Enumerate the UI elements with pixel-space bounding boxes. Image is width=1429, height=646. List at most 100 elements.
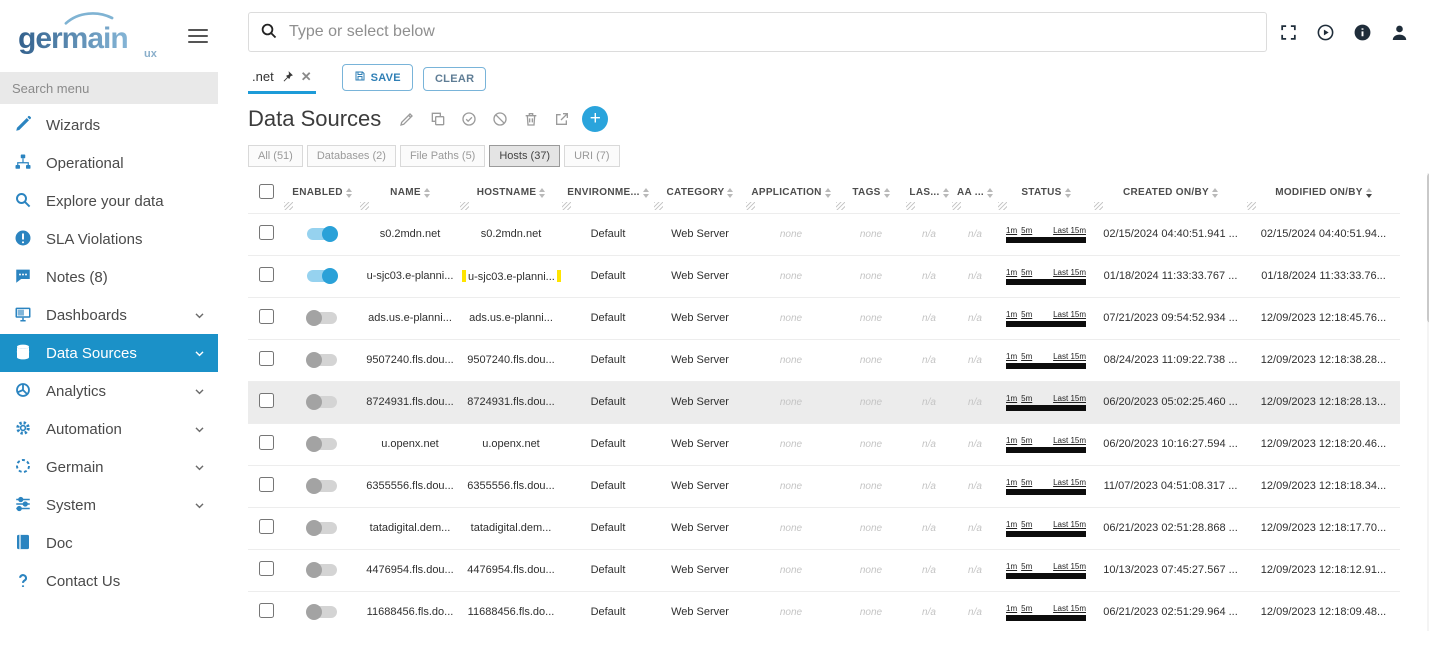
- column-header-tags[interactable]: TAGS: [836, 173, 906, 213]
- tab-hosts-37[interactable]: Hosts (37): [489, 145, 560, 167]
- enabled-toggle[interactable]: [307, 396, 337, 408]
- status-range-1m[interactable]: 1m: [1006, 436, 1017, 445]
- status-range-1m[interactable]: 1m: [1006, 478, 1017, 487]
- table-row[interactable]: u-sjc03.e-planni...u-sjc03.e-planni...De…: [248, 255, 1400, 297]
- status-range-1m[interactable]: 1m: [1006, 352, 1017, 361]
- column-header-enabled[interactable]: ENABLED: [284, 173, 360, 213]
- enabled-toggle[interactable]: [307, 522, 337, 534]
- column-header-modified-on-by[interactable]: MODIFIED ON/BY: [1247, 173, 1400, 213]
- enabled-toggle[interactable]: [307, 270, 337, 282]
- status-range-last15m[interactable]: Last 15m: [1053, 310, 1086, 319]
- user-icon[interactable]: [1390, 23, 1409, 42]
- table-row[interactable]: 6355556.fls.dou...6355556.fls.dou...Defa…: [248, 465, 1400, 507]
- column-header-environme[interactable]: ENVIRONME...: [562, 173, 654, 213]
- sidebar-item-dashboards[interactable]: Dashboards: [0, 296, 218, 334]
- enabled-toggle[interactable]: [307, 480, 337, 492]
- sidebar-item-contact-us[interactable]: Contact Us: [0, 562, 218, 600]
- status-range-last15m[interactable]: Last 15m: [1053, 478, 1086, 487]
- enabled-toggle[interactable]: [307, 354, 337, 366]
- column-resize-handle[interactable]: [360, 202, 369, 210]
- status-range-1m[interactable]: 1m: [1006, 562, 1017, 571]
- status-range-1m[interactable]: 1m: [1006, 520, 1017, 529]
- table-row[interactable]: 11688456.fls.do...11688456.fls.do...Defa…: [248, 591, 1400, 633]
- table-row[interactable]: 4476954.fls.dou...4476954.fls.dou...Defa…: [248, 549, 1400, 591]
- status-range-5m[interactable]: 5m: [1021, 310, 1032, 319]
- copy-icon[interactable]: [430, 111, 446, 127]
- column-resize-handle[interactable]: [906, 202, 915, 210]
- tab-databases-2[interactable]: Databases (2): [307, 145, 396, 167]
- row-checkbox[interactable]: [259, 519, 274, 534]
- status-range-last15m[interactable]: Last 15m: [1053, 226, 1086, 235]
- column-resize-handle[interactable]: [998, 202, 1007, 210]
- column-header-las[interactable]: LAS...: [906, 173, 952, 213]
- sidebar-item-notes-8[interactable]: Notes (8): [0, 258, 218, 296]
- row-checkbox[interactable]: [259, 603, 274, 618]
- row-checkbox[interactable]: [259, 267, 274, 282]
- column-resize-handle[interactable]: [952, 202, 961, 210]
- row-checkbox[interactable]: [259, 393, 274, 408]
- sidebar-search-input[interactable]: [0, 72, 218, 104]
- sidebar-item-germain[interactable]: Germain: [0, 448, 218, 486]
- column-resize-handle[interactable]: [562, 202, 571, 210]
- sidebar-item-operational[interactable]: Operational: [0, 144, 218, 182]
- status-range-5m[interactable]: 5m: [1021, 352, 1032, 361]
- status-range-5m[interactable]: 5m: [1021, 436, 1032, 445]
- enabled-toggle[interactable]: [307, 606, 337, 618]
- status-range-5m[interactable]: 5m: [1021, 520, 1032, 529]
- status-range-1m[interactable]: 1m: [1006, 268, 1017, 277]
- status-range-last15m[interactable]: Last 15m: [1053, 562, 1086, 571]
- row-checkbox[interactable]: [259, 225, 274, 240]
- enabled-toggle[interactable]: [307, 564, 337, 576]
- column-resize-handle[interactable]: [746, 202, 755, 210]
- table-row[interactable]: 9507240.fls.dou...9507240.fls.dou...Defa…: [248, 339, 1400, 381]
- edit-icon[interactable]: [399, 111, 415, 127]
- fullscreen-icon[interactable]: [1279, 23, 1298, 42]
- hamburger-menu-icon[interactable]: [188, 21, 208, 51]
- check-circle-icon[interactable]: [461, 111, 477, 127]
- play-circle-icon[interactable]: [1316, 23, 1335, 42]
- column-header-name[interactable]: NAME: [360, 173, 460, 213]
- sidebar-item-wizards[interactable]: Wizards: [0, 106, 218, 144]
- close-icon[interactable]: ✕: [301, 70, 312, 83]
- clear-button[interactable]: CLEAR: [423, 67, 486, 91]
- status-range-5m[interactable]: 5m: [1021, 562, 1032, 571]
- row-checkbox[interactable]: [259, 351, 274, 366]
- column-resize-handle[interactable]: [1094, 202, 1103, 210]
- tab-all-51[interactable]: All (51): [248, 145, 303, 167]
- tab-uri-7[interactable]: URI (7): [564, 145, 619, 167]
- table-row[interactable]: 8724931.fls.dou...8724931.fls.dou...Defa…: [248, 381, 1400, 423]
- pin-icon[interactable]: [281, 70, 294, 83]
- column-resize-handle[interactable]: [654, 202, 663, 210]
- enabled-toggle[interactable]: [307, 312, 337, 324]
- status-range-5m[interactable]: 5m: [1021, 478, 1032, 487]
- status-range-1m[interactable]: 1m: [1006, 226, 1017, 235]
- status-range-5m[interactable]: 5m: [1021, 604, 1032, 613]
- column-header-application[interactable]: APPLICATION: [746, 173, 836, 213]
- status-range-last15m[interactable]: Last 15m: [1053, 268, 1086, 277]
- column-header-aa[interactable]: AA ...: [952, 173, 998, 213]
- add-data-source-button[interactable]: +: [582, 106, 608, 132]
- status-range-5m[interactable]: 5m: [1021, 268, 1032, 277]
- save-button[interactable]: SAVE: [342, 64, 413, 91]
- row-checkbox[interactable]: [259, 477, 274, 492]
- filter-chip[interactable]: .net ✕: [248, 67, 316, 94]
- column-header-created-on-by[interactable]: CREATED ON/BY: [1094, 173, 1247, 213]
- info-circle-icon[interactable]: [1353, 23, 1372, 42]
- row-checkbox[interactable]: [259, 561, 274, 576]
- column-header-status[interactable]: STATUS: [998, 173, 1094, 213]
- sidebar-item-analytics[interactable]: Analytics: [0, 372, 218, 410]
- status-range-1m[interactable]: 1m: [1006, 310, 1017, 319]
- row-checkbox[interactable]: [259, 309, 274, 324]
- sidebar-item-automation[interactable]: Automation: [0, 410, 218, 448]
- sidebar-item-doc[interactable]: Doc: [0, 524, 218, 562]
- column-resize-handle[interactable]: [460, 202, 469, 210]
- table-row[interactable]: u.openx.netu.openx.netDefaultWeb Servern…: [248, 423, 1400, 465]
- sidebar-item-explore-your-data[interactable]: Explore your data: [0, 182, 218, 220]
- status-range-last15m[interactable]: Last 15m: [1053, 520, 1086, 529]
- sidebar-item-data-sources[interactable]: Data Sources: [0, 334, 218, 372]
- column-resize-handle[interactable]: [1247, 202, 1256, 210]
- status-range-last15m[interactable]: Last 15m: [1053, 352, 1086, 361]
- enabled-toggle[interactable]: [307, 228, 337, 240]
- status-range-5m[interactable]: 5m: [1021, 226, 1032, 235]
- column-header-category[interactable]: CATEGORY: [654, 173, 746, 213]
